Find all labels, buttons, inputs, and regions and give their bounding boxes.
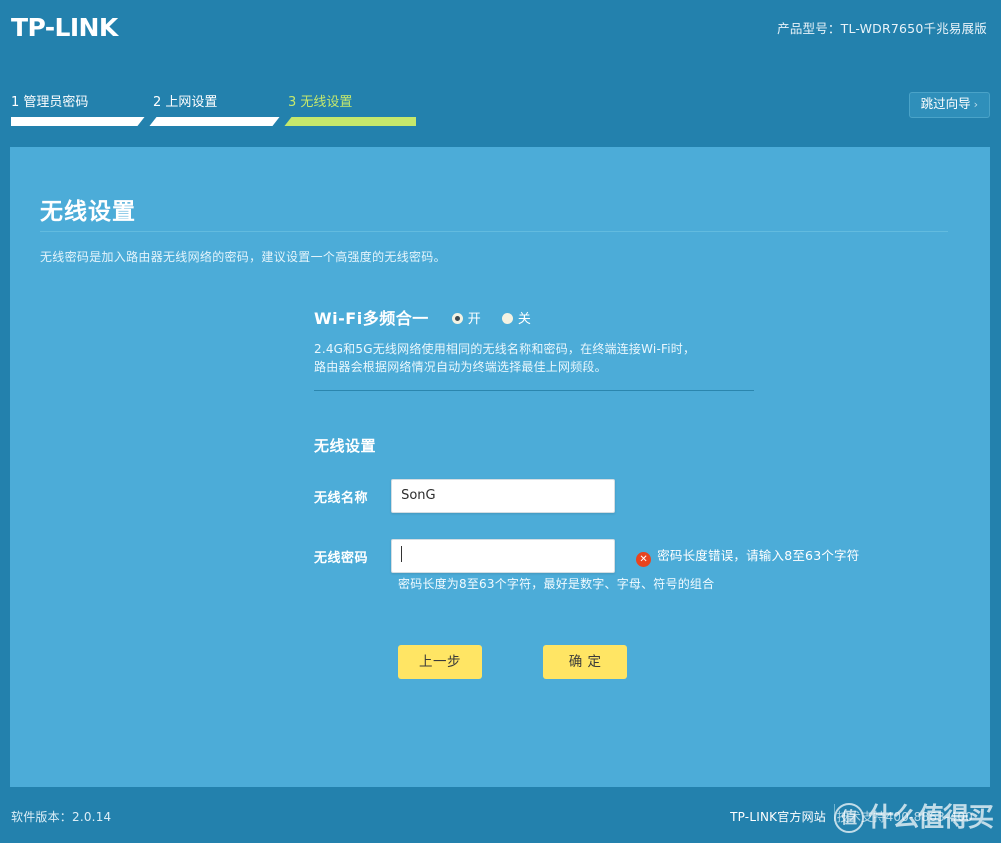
- ssid-field-row: 无线名称 SonG: [314, 479, 616, 513]
- text-caret: [401, 546, 403, 562]
- wizard-step-3-label: 3 无线设置: [288, 95, 353, 110]
- wizard-step-2-bar: [146, 117, 281, 126]
- wifi-multiband-note-line2: 路由器会根据网络情况自动为终端选择最佳上网频段。: [314, 360, 607, 374]
- wizard-step-3-bar: [281, 117, 416, 126]
- wifi-multiband-note-line1: 2.4G和5G无线网络使用相同的无线名称和密码，在终端连接Wi-Fi时，: [314, 342, 696, 356]
- chevron-right-icon: ›: [973, 98, 978, 111]
- skip-wizard-label: 跳过向导: [920, 96, 971, 111]
- form-button-row: 上一步 确 定: [398, 645, 628, 679]
- radio-unselected-icon: [501, 312, 513, 324]
- wizard-step-2-label: 2 上网设置: [153, 95, 218, 110]
- wifi-multiband-heading: Wi-Fi多频合一: [314, 309, 429, 328]
- radio-selected-icon: [451, 312, 463, 324]
- wizard-step-2[interactable]: 2 上网设置: [146, 95, 281, 131]
- password-error-text: 密码长度错误，请输入8至63个字符: [657, 548, 860, 563]
- wizard-step-1[interactable]: 1 管理员密码: [11, 95, 146, 131]
- wifi-multiband-note: 2.4G和5G无线网络使用相同的无线名称和密码，在终端连接Wi-Fi时， 路由器…: [314, 340, 754, 376]
- password-hint: 密码长度为8至63个字符，最好是数字、字母、符号的组合: [398, 577, 715, 591]
- product-model-text: 产品型号：TL-WDR7650千兆易展版: [777, 21, 987, 36]
- page-header: TP-LINK 产品型号：TL-WDR7650千兆易展版 跳过向导 › 1 管理员…: [0, 0, 1001, 147]
- title-divider: [40, 231, 948, 232]
- page-title: 无线设置: [40, 199, 136, 225]
- software-version-text: 软件版本：2.0.14: [11, 810, 112, 824]
- wizard-step-1-label: 1 管理员密码: [11, 95, 89, 110]
- page-description: 无线密码是加入路由器无线网络的密码，建议设置一个高强度的无线密码。: [40, 250, 446, 264]
- password-error-message: ✕ 密码长度错误，请输入8至63个字符: [636, 545, 859, 567]
- confirm-button[interactable]: 确 定: [543, 645, 628, 679]
- wizard-step-progress: 1 管理员密码 2 上网设置 3 无线设置: [0, 95, 500, 135]
- wireless-settings-heading: 无线设置: [314, 437, 377, 455]
- password-input[interactable]: [391, 539, 616, 573]
- section-divider: [314, 390, 754, 391]
- password-field-row: 无线密码 ✕ 密码长度错误，请输入8至63个字符: [314, 539, 859, 573]
- tech-support-text: 技术支持400-8863-400: [836, 810, 973, 824]
- ssid-label: 无线名称: [314, 490, 369, 506]
- wizard-step-1-bar: [11, 117, 146, 126]
- previous-button[interactable]: 上一步: [398, 645, 482, 679]
- wizard-step-3[interactable]: 3 无线设置: [281, 95, 416, 131]
- error-x-icon: ✕: [636, 552, 652, 567]
- ssid-input[interactable]: SonG: [391, 479, 616, 513]
- footer-divider: [834, 804, 835, 821]
- wifi-multiband-radio-on[interactable]: 开: [451, 308, 481, 327]
- page-footer: 软件版本：2.0.14 TP-LINK官方网站 技术支持400-8863-400: [0, 787, 1001, 843]
- wifi-multiband-radio-on-label: 开: [467, 311, 481, 327]
- main-content-panel: 无线设置 无线密码是加入路由器无线网络的密码，建议设置一个高强度的无线密码。 W…: [10, 147, 990, 787]
- skip-wizard-button[interactable]: 跳过向导 ›: [908, 92, 990, 118]
- wifi-multiband-radio-off-label: 关: [517, 311, 531, 327]
- password-label: 无线密码: [314, 550, 369, 566]
- official-site-link[interactable]: TP-LINK官方网站: [730, 808, 826, 825]
- wifi-multiband-radio-group: 开 关: [451, 308, 547, 327]
- wifi-multiband-radio-off[interactable]: 关: [501, 308, 531, 327]
- tplink-logo: TP-LINK: [11, 13, 118, 42]
- wifi-multiband-section: Wi-Fi多频合一 开 关 2.4G和5G无线网络使用相同的无线名称和密码，在终…: [314, 305, 764, 376]
